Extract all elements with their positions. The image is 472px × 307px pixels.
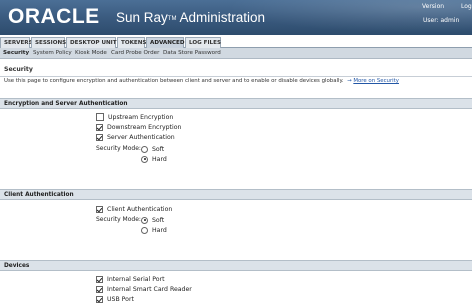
subtab-security[interactable]: Security: [3, 50, 29, 57]
client-hard-row: Hard: [141, 226, 167, 234]
app-name: Sun Ray: [116, 10, 168, 25]
encryption-security-mode-label: Security Mode:: [96, 145, 141, 152]
page-description: Use this page to configure encryption an…: [4, 78, 399, 84]
encryption-hard-label: Hard: [152, 155, 167, 163]
upstream-encryption-checkbox[interactable]: [96, 113, 104, 121]
tab-sessions[interactable]: SESSIONS: [31, 37, 66, 48]
client-section-title: Client Authentication: [4, 192, 74, 198]
usb-port-row: USB Port: [96, 295, 134, 303]
client-authentication-row: Client Authentication: [96, 205, 172, 213]
tab-advanced[interactable]: ADVANCED: [146, 37, 185, 48]
downstream-encryption-label: Downstream Encryption: [107, 123, 182, 131]
client-soft-row: Soft: [141, 216, 164, 224]
client-hard-radio[interactable]: [141, 226, 148, 234]
downstream-encryption-checkbox[interactable]: [96, 123, 103, 131]
trademark-symbol: TM: [167, 16, 177, 22]
client-section-header: Client Authentication: [0, 189, 472, 200]
subtab-kiosk-mode[interactable]: Kiosk Mode: [75, 50, 107, 57]
page-title: Security: [4, 66, 33, 73]
encryption-hard-radio[interactable]: [141, 155, 148, 163]
more-on-security-link[interactable]: More on Security: [353, 78, 399, 84]
app-name-suffix: Administration: [179, 10, 266, 25]
tab-desktop-units[interactable]: DESKTOP UNITS: [66, 37, 121, 48]
tab-tokens[interactable]: TOKENS: [117, 37, 146, 48]
server-authentication-row: Server Authentication: [96, 133, 175, 141]
encryption-section-header: Encryption and Server Authentication: [0, 98, 472, 109]
oracle-logo: ORACLE: [8, 5, 100, 28]
encryption-hard-row: Hard: [141, 155, 167, 163]
logout-link[interactable]: Log: [461, 3, 472, 11]
devices-section-header: Devices: [0, 260, 472, 271]
client-soft-label: Soft: [152, 216, 165, 224]
sub-tabbar: Security System Policy Kiosk Mode Card P…: [0, 48, 472, 59]
encryption-soft-radio[interactable]: [141, 145, 148, 153]
usb-port-checkbox[interactable]: [96, 295, 103, 303]
description-text: Use this page to configure encryption an…: [4, 78, 344, 84]
title-divider: [0, 76, 472, 77]
encryption-section-title: Encryption and Server Authentication: [4, 101, 128, 107]
tab-log-files[interactable]: LOG FILES: [185, 37, 221, 48]
serial-port-row: Internal Serial Port: [96, 275, 165, 283]
serial-port-label: Internal Serial Port: [107, 275, 165, 283]
tab-servers[interactable]: SERVERS: [0, 37, 33, 48]
smart-card-reader-checkbox[interactable]: [96, 285, 103, 293]
subtab-data-store-password[interactable]: Data Store Password: [163, 50, 221, 57]
client-security-mode-label: Security Mode:: [96, 216, 141, 223]
client-authentication-label: Client Authentication: [107, 205, 173, 213]
more-link-arrow-icon: →: [345, 78, 352, 84]
upstream-encryption-row: Upstream Encryption: [96, 113, 173, 121]
downstream-encryption-row: Downstream Encryption: [96, 123, 181, 131]
upstream-encryption-label: Upstream Encryption: [108, 113, 174, 121]
encryption-soft-row: Soft: [141, 145, 164, 153]
subtab-system-policy[interactable]: System Policy: [33, 50, 72, 57]
encryption-soft-label: Soft: [152, 145, 165, 153]
usb-port-label: USB Port: [107, 295, 134, 303]
server-authentication-checkbox[interactable]: [96, 133, 103, 141]
app-title: Sun RayTM Administration: [116, 10, 265, 26]
version-link[interactable]: Version: [422, 3, 444, 11]
client-authentication-checkbox[interactable]: [96, 205, 103, 213]
devices-section-title: Devices: [4, 263, 30, 269]
client-soft-radio[interactable]: [141, 216, 148, 224]
server-authentication-label: Server Authentication: [107, 133, 175, 141]
subtab-card-probe-order[interactable]: Card Probe Order: [111, 50, 159, 57]
main-tabbar: SERVERS SESSIONS DESKTOP UNITS TOKENS AD…: [0, 35, 472, 48]
serial-port-checkbox[interactable]: [96, 275, 103, 283]
smart-card-reader-row: Internal Smart Card Reader: [96, 285, 192, 293]
user-label: User: admin: [423, 17, 460, 24]
masthead: ORACLE Sun RayTM Administration Version …: [0, 0, 472, 35]
smart-card-reader-label: Internal Smart Card Reader: [107, 285, 192, 293]
client-hard-label: Hard: [152, 226, 167, 234]
